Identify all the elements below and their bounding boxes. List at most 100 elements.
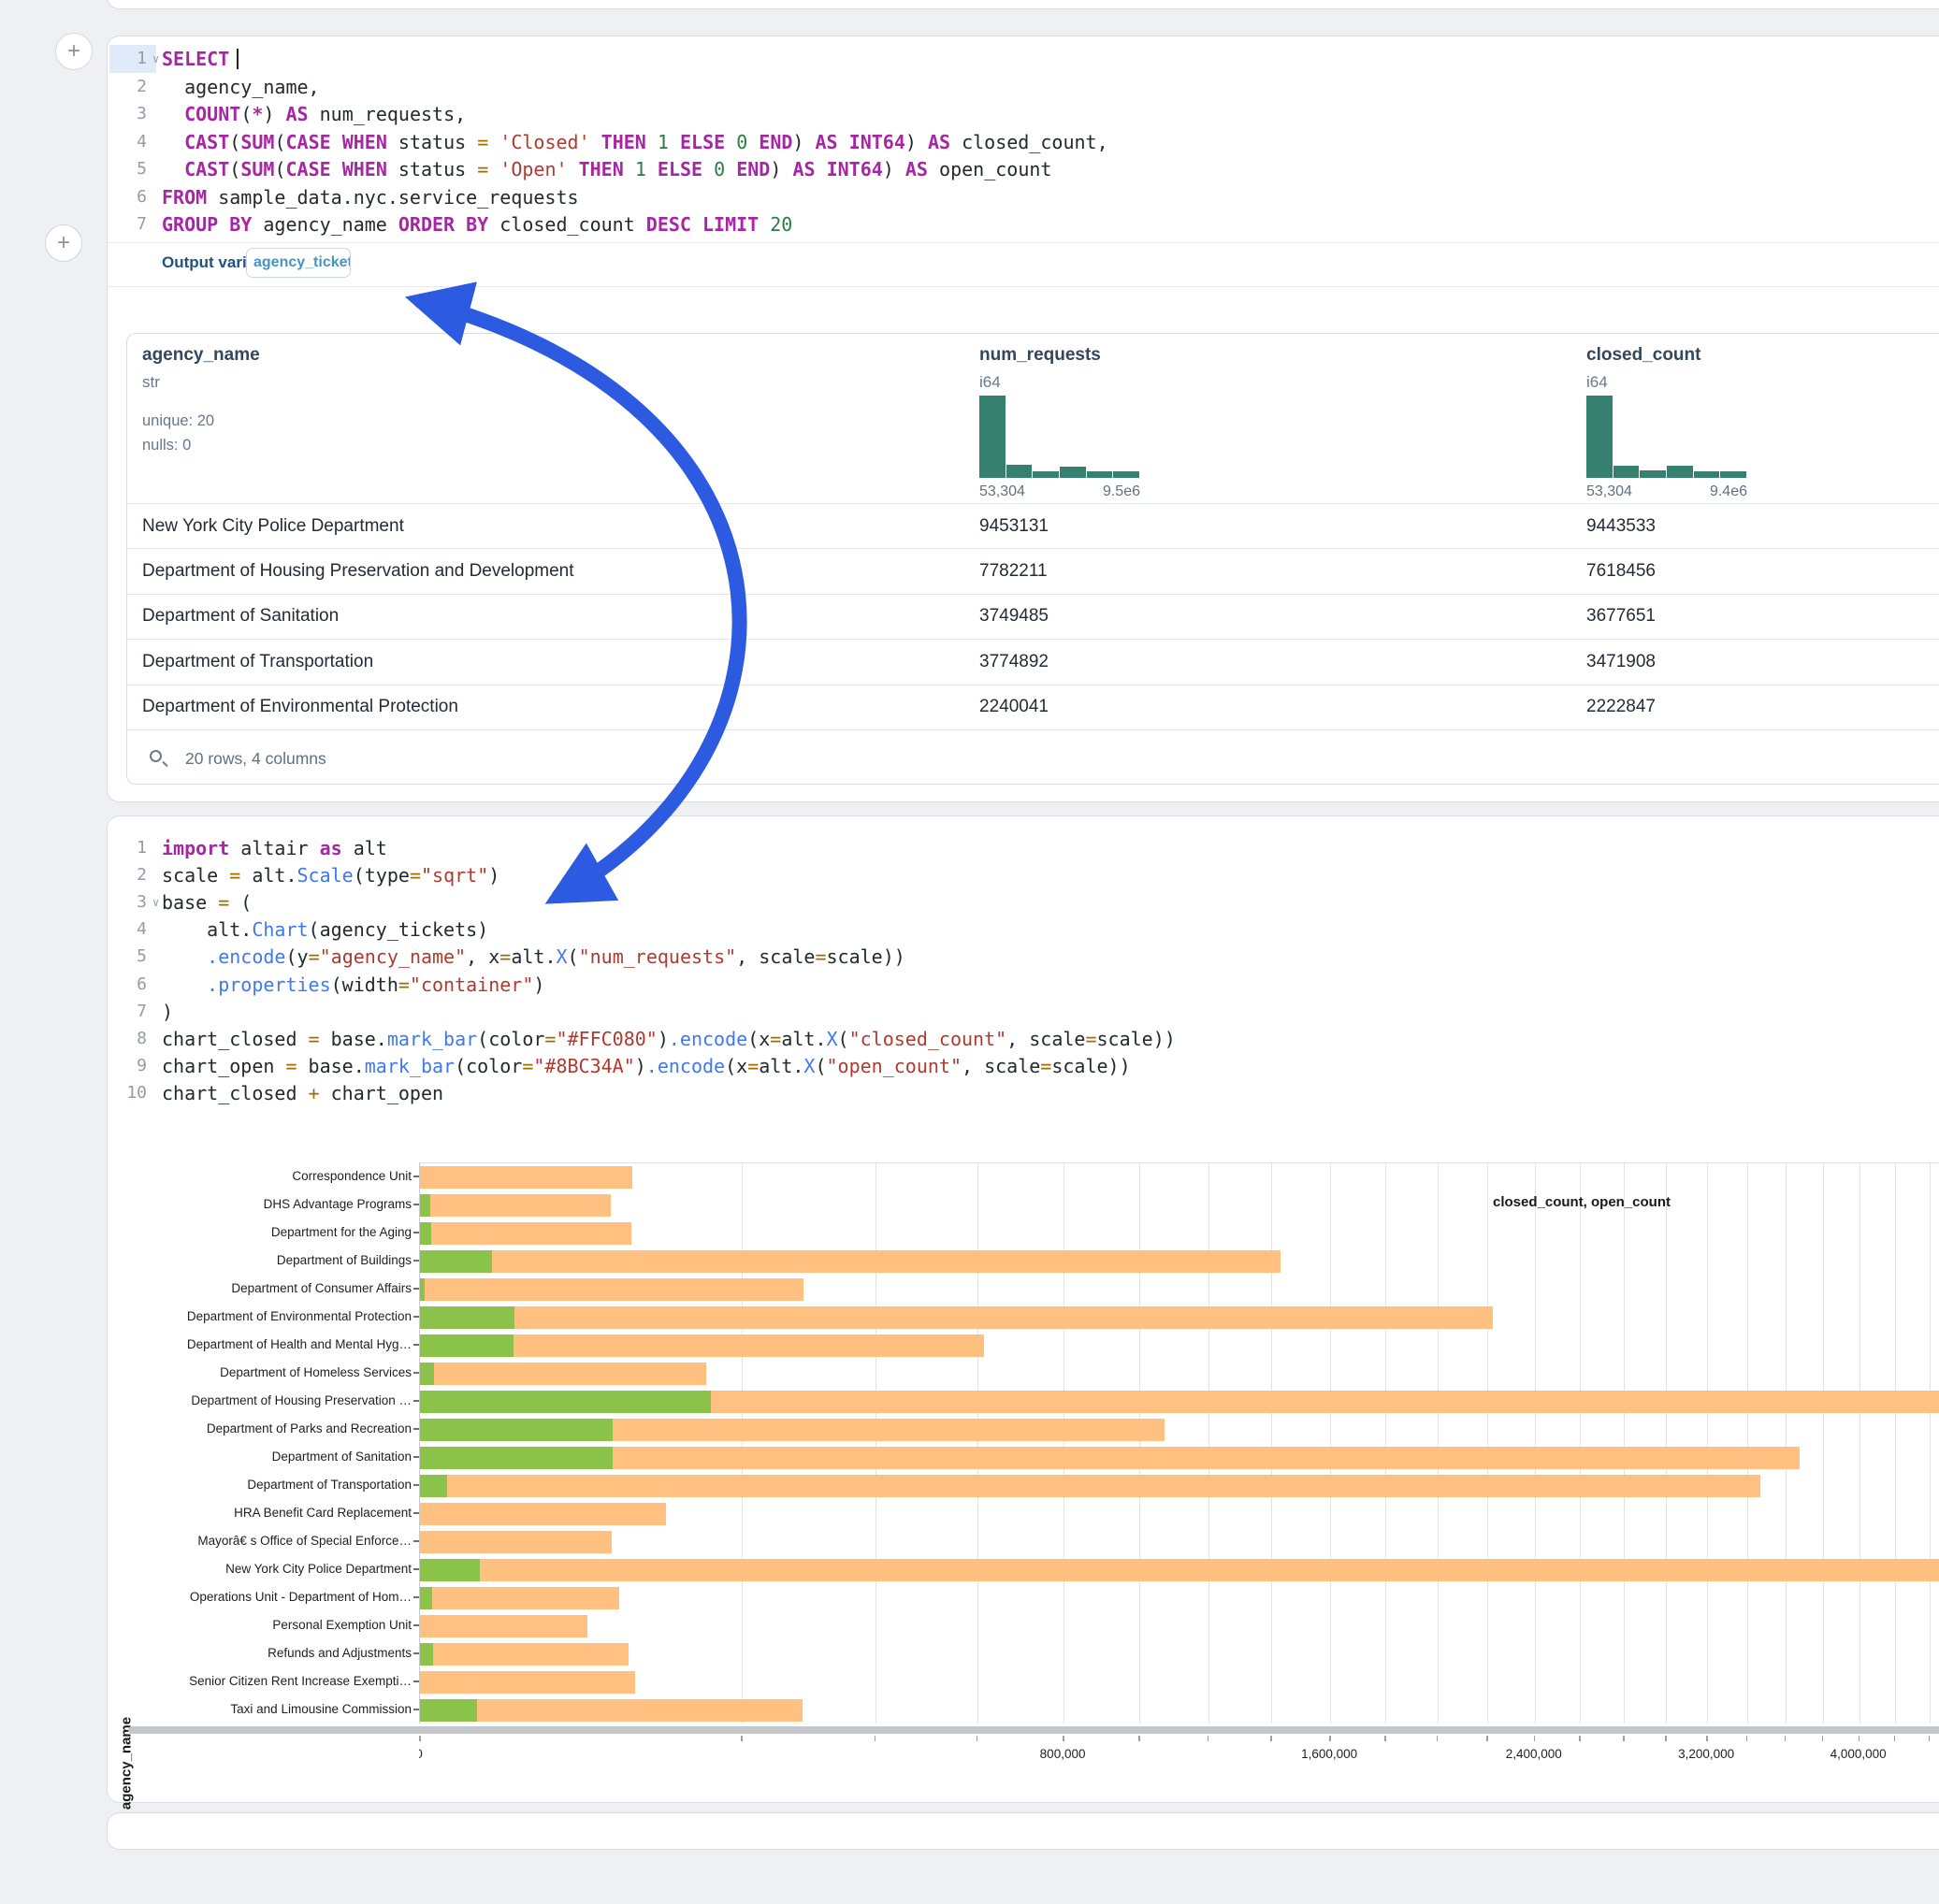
x-axis-tick [1623,1736,1625,1741]
code-text: alt.Chart(agency_tickets) [162,916,488,944]
line-number: 7 [113,210,147,238]
column-histogram [979,396,1140,478]
cell-agency_name: Department of Environmental Protection [142,697,458,717]
sql-cell-card: 1∨SELECT2 agency_name,3 COUNT(*) AS num_… [107,36,1939,802]
bar-open-count [420,1222,431,1245]
line-number: 2 [113,73,147,101]
x-axis-tick [1329,1736,1331,1741]
gridline [1271,1163,1272,1724]
table-row[interactable]: Department of Housing Preservation and D… [127,548,1939,593]
y-axis-label: Department of Sanitation [110,1443,412,1471]
histogram-max-label: 9.4e6 [1699,483,1747,500]
x-axis-tick-label: 3,200,000 [1678,1747,1734,1761]
x-axis-tick [1929,1736,1931,1741]
x-axis-tick [977,1736,978,1741]
cell-num_requests: 7782211 [979,561,1048,582]
x-axis-tick [1785,1736,1787,1741]
line-number: 3 [113,888,147,916]
collapse-caret-icon[interactable]: ∨ [152,888,159,916]
python-code-editor[interactable]: 1import altair as alt2scale = alt.Scale(… [108,816,1939,1118]
gridline [1707,1163,1708,1724]
add-cell-button-middle[interactable]: + [45,224,82,262]
code-line: 8 chart_closed = base.mark_bar(color="#FF… [108,1025,1939,1053]
python-cell-card: 1import altair as alt2scale = alt.Scale(… [107,815,1939,1803]
y-axis-label: Department of Housing Preservation … [110,1387,412,1415]
bar-closed-count [420,1587,619,1609]
y-axis-label: Personal Exemption Unit [110,1611,412,1639]
chart-horizontal-scrollbar[interactable] [128,1726,1939,1734]
x-axis-tick [875,1736,876,1741]
column-histogram [1586,396,1747,478]
y-axis-label: HRA Benefit Card Replacement [110,1499,412,1527]
bar-closed-count [420,1671,635,1694]
bar-open-count [420,1194,430,1217]
line-number: 9 [113,1052,147,1080]
y-axis-label: DHS Advantage Programs [110,1190,412,1219]
bar-closed-count [420,1503,666,1525]
bar-open-count [420,1306,514,1329]
collapse-caret-icon[interactable]: ∨ [152,45,159,73]
bar-open-count [420,1447,613,1469]
bar-open-count [420,1278,425,1301]
column-header-num_requests[interactable]: num_requests [979,345,1101,366]
x-axis-tick [1665,1736,1667,1741]
add-cell-button-top[interactable]: + [55,33,93,70]
table-row[interactable]: Department of Transportation377489234719… [127,639,1939,684]
gridline [1208,1163,1209,1724]
chart-x-axis: 0800,0001,600,0002,400,0003,200,0004,000… [419,1734,1939,1790]
chart-plot-area [419,1162,1939,1724]
code-line: 2scale = alt.Scale(type="sqrt") [108,861,1939,889]
code-text: chart_open = base.mark_bar(color="#8BC34… [162,1052,1131,1080]
table-row[interactable]: Department of Sanitation37494853677651 [127,594,1939,639]
x-axis-tick [1270,1736,1272,1741]
table-row[interactable]: Department of Environmental Protection22… [127,685,1939,729]
next-cell-card-edge [107,1812,1939,1850]
y-axis-label: Operations Unit - Department of Hom… [110,1583,412,1611]
sql-code-editor[interactable]: 1∨SELECT2 agency_name,3 COUNT(*) AS num_… [108,36,1939,240]
divider [108,286,1939,287]
x-axis-tick-label: 0 [419,1747,423,1761]
bar-closed-count [420,1531,612,1553]
histogram-max-label: 9.5e6 [1092,483,1140,500]
line-number: 2 [113,861,147,889]
chart-output: agency_name Correspondence UnitDHS Advan… [108,1134,1939,1789]
column-header-closed_count[interactable]: closed_count [1586,345,1700,366]
gridline [1385,1163,1386,1724]
cell-closed_count: 7618456 [1586,561,1656,582]
column-header-agency_name[interactable]: agency_name [142,345,260,366]
code-text: import altair as alt [162,834,387,862]
gridline [977,1163,978,1724]
bar-open-count [420,1475,447,1497]
output-variable-pill[interactable]: agency_tickets [246,248,351,278]
code-text: agency_name, [162,73,320,101]
code-line: 3∨base = ( [108,888,1939,916]
line-number: 8 [113,1025,147,1053]
gridline [1823,1163,1824,1724]
x-axis-tick [741,1736,743,1741]
table-row-count: 20 rows, 4 columns [185,749,326,769]
bar-open-count [420,1250,492,1273]
cell-closed_count: 9443533 [1586,516,1656,537]
x-axis-tick [1579,1736,1581,1741]
histogram-min-label: 53,304 [1586,483,1632,500]
code-text: SELECT [162,45,239,73]
code-text: ) [162,998,173,1026]
line-number: 5 [113,943,147,971]
x-axis-tick [1437,1736,1439,1741]
y-axis-label: Refunds and Adjustments [110,1639,412,1667]
x-axis-tick-label: 2,400,000 [1506,1747,1562,1761]
x-axis-tick [1138,1736,1140,1741]
line-number: 5 [113,155,147,183]
code-text: chart_closed = base.mark_bar(color="#FFC… [162,1025,1176,1053]
bar-closed-count [420,1222,631,1245]
bar-open-count [420,1419,613,1441]
previous-cell-card-edge [107,0,1939,9]
gridline [1624,1163,1625,1724]
table-row[interactable]: New York City Police Department945313194… [127,503,1939,548]
line-number: 7 [113,998,147,1026]
code-line: 4 alt.Chart(agency_tickets) [108,916,1939,944]
cell-num_requests: 3774892 [979,652,1049,672]
x-axis-tick [1706,1736,1708,1741]
histogram-min-label: 53,304 [979,483,1025,500]
search-icon[interactable] [150,750,162,762]
